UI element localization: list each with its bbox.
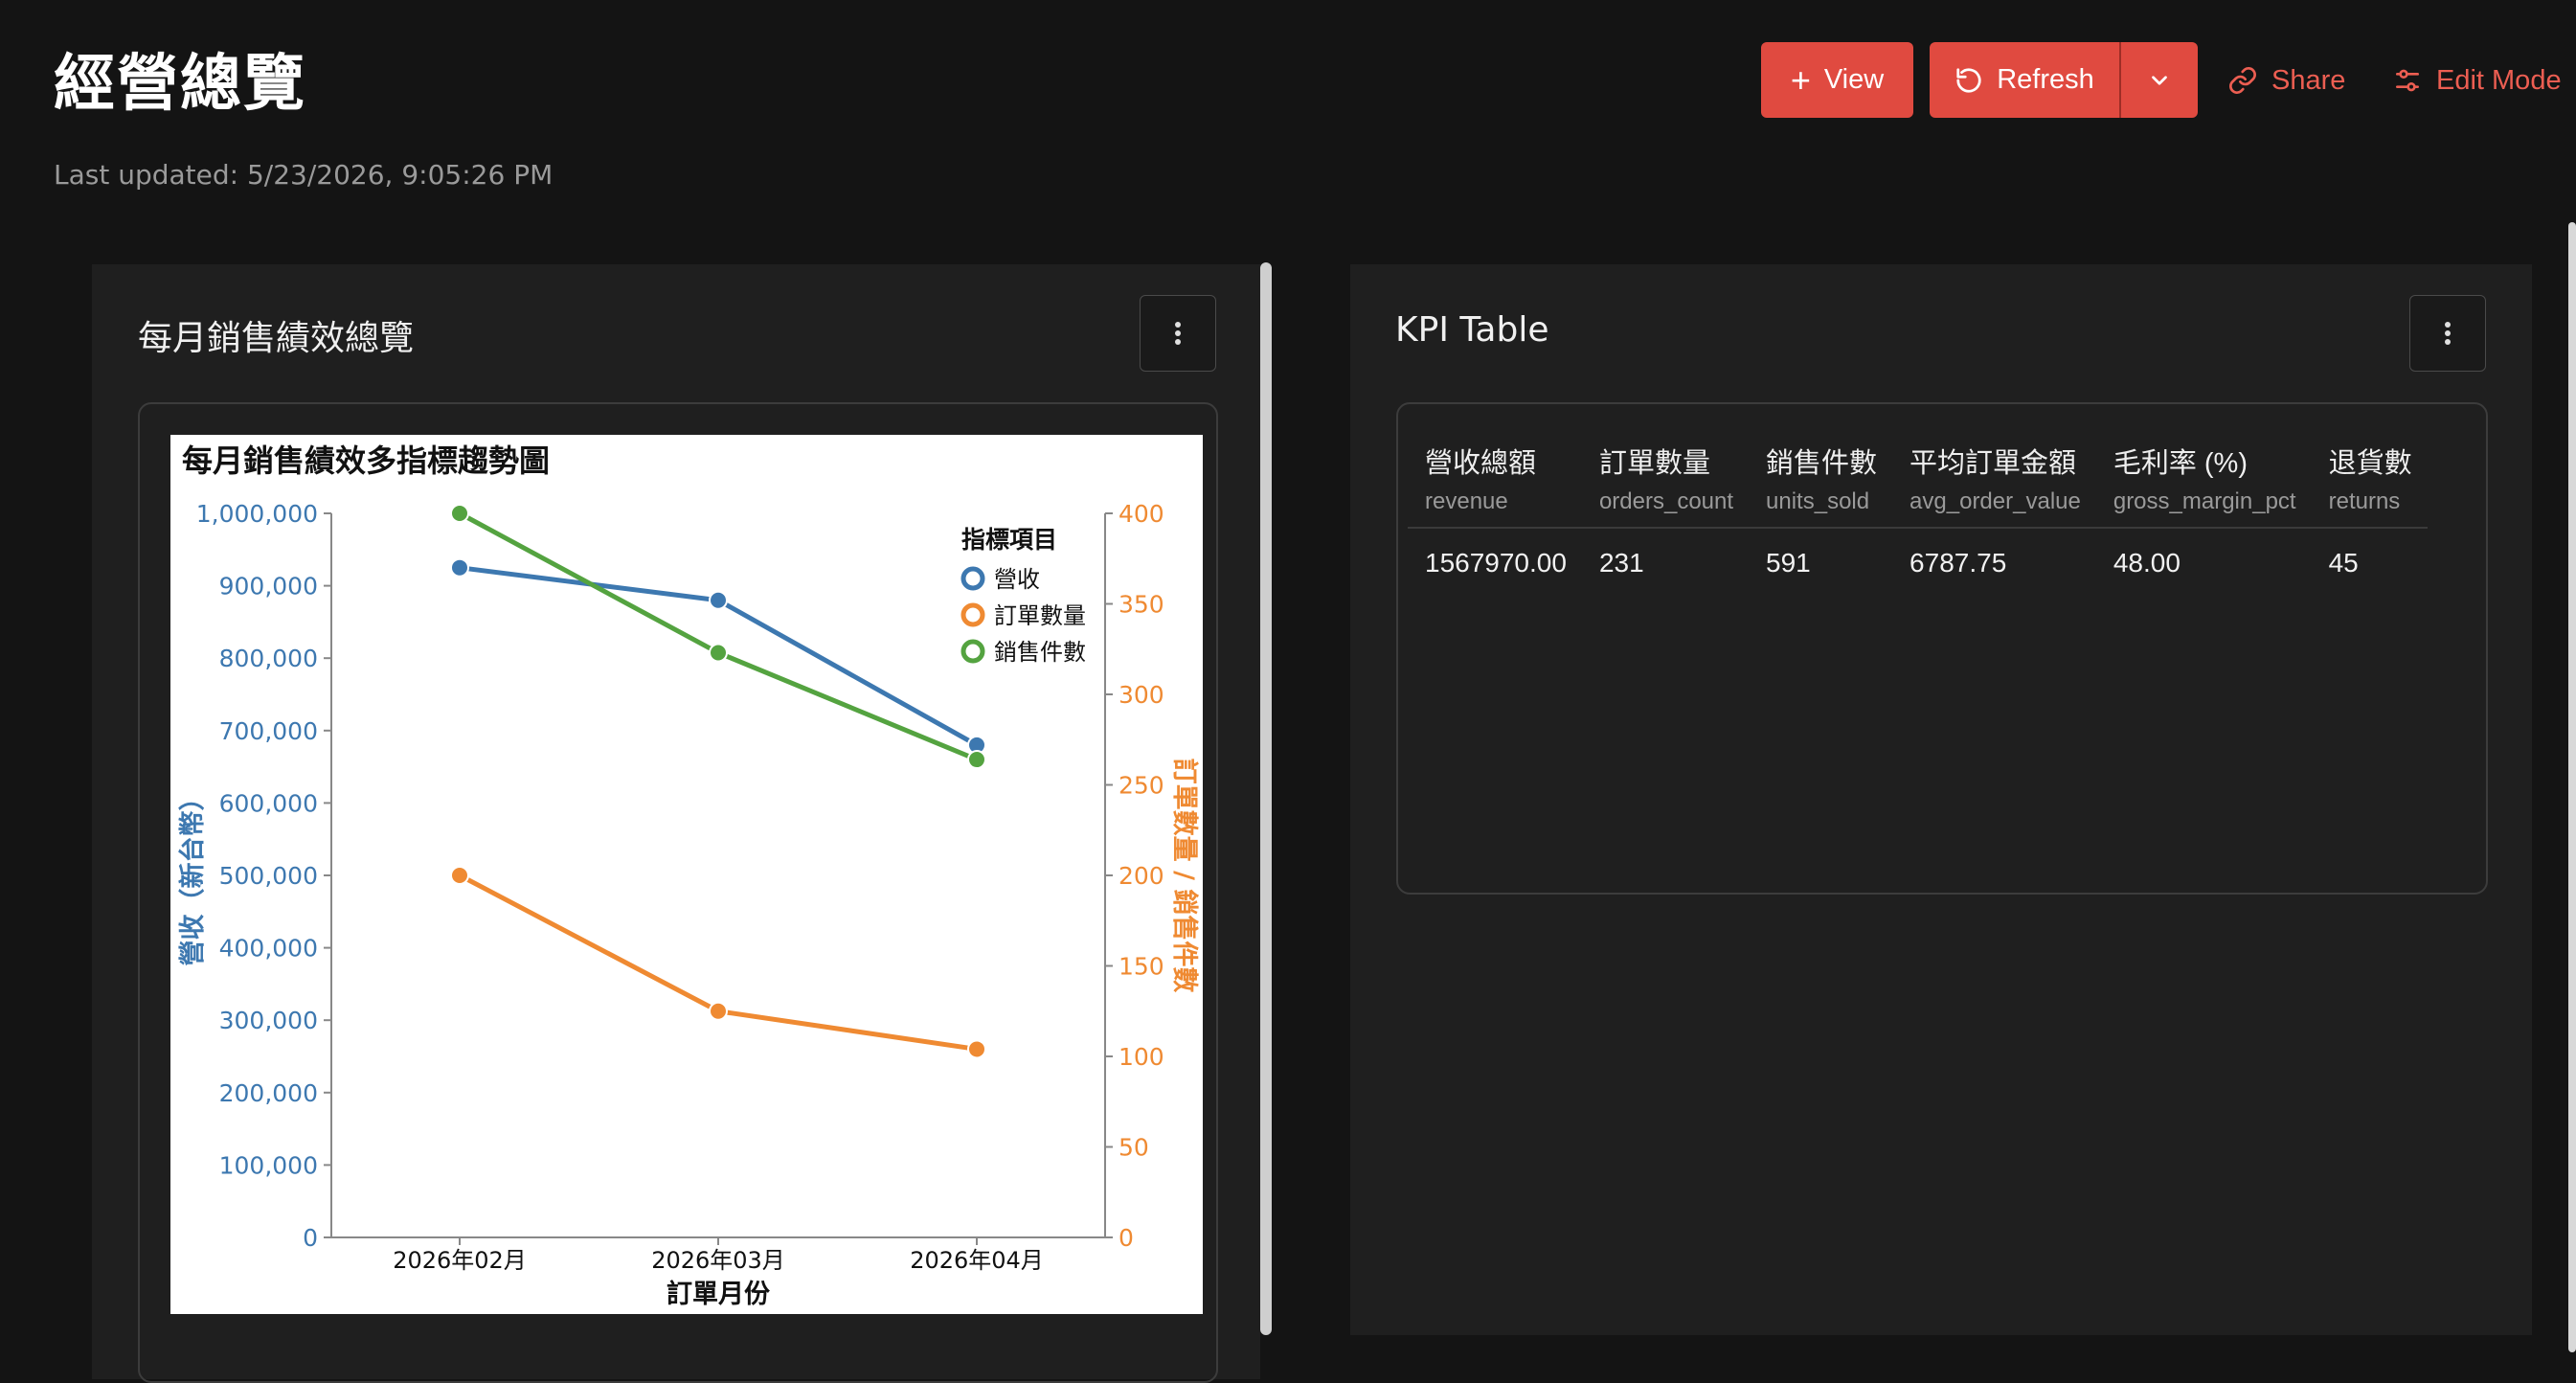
chart-title: 每月銷售績效多指標趨勢圖: [182, 442, 550, 479]
data-point-訂單數量: [709, 1001, 728, 1021]
left-tick-label: 1,000,000: [196, 500, 318, 528]
chart-canvas: 每月銷售績效多指標趨勢圖 0 100,000 200,000 300,000 400,00…: [170, 435, 1203, 1314]
left-tick-label: 200,000: [219, 1079, 318, 1107]
right-tick-label: 400: [1119, 500, 1164, 528]
data-point-銷售件數: [967, 750, 986, 770]
table-cell: 591: [1766, 548, 1811, 578]
column-label: 平均訂單金額: [1909, 448, 2077, 479]
column-header: 訂單數量 orders_count: [1581, 441, 1750, 529]
legend-symbol: [960, 602, 985, 627]
right-tick-label: 100: [1119, 1043, 1164, 1071]
data-point-訂單數量: [450, 866, 469, 885]
data-point-銷售件數: [450, 504, 469, 523]
column-label: 銷售件數: [1766, 448, 1878, 479]
table-cell: 6787.75: [1909, 548, 2007, 578]
left-axis-title: 營收（新台幣）: [177, 785, 208, 966]
column-label: 訂單數量: [1598, 448, 1710, 479]
column-key: avg_order_value: [1909, 488, 2081, 514]
right-tick-label: 200: [1119, 862, 1164, 890]
data-point-訂單數量: [967, 1039, 986, 1059]
view-button[interactable]: + View: [1761, 42, 1913, 118]
chevron-down-icon: [2147, 68, 2172, 93]
left-tick-label: 500,000: [219, 862, 318, 890]
column-header: 退貨數 returns: [2311, 441, 2428, 529]
kpi-panel-title: KPI Table: [1395, 310, 1549, 350]
column-key: revenue: [1425, 488, 1508, 514]
kpi-table-header-row: 營收總額 revenue 訂單數量 orders_count 銷售件數 units_s…: [1408, 441, 2428, 529]
table-cell: 45: [2328, 548, 2359, 578]
legend-label: 營收: [994, 566, 1040, 593]
left-tick-label: 300,000: [219, 1007, 318, 1034]
column-key: orders_count: [1598, 488, 1734, 514]
left-tick-label: 900,000: [219, 573, 318, 601]
line-chart: 每月銷售績效多指標趨勢圖 0 100,000 200,000 300,000 400,00…: [177, 442, 1200, 1309]
right-tick-label: 250: [1119, 772, 1164, 800]
refresh-options-dropdown[interactable]: [2121, 42, 2198, 118]
left-tick-label: 400,000: [219, 935, 318, 963]
left-tick-label: 800,000: [219, 645, 318, 672]
series-line-銷售件數: [458, 510, 978, 762]
x-tick-label: 2026年04月: [910, 1247, 1044, 1274]
column-label: 退貨數: [2328, 448, 2412, 479]
legend-title: 指標項目: [961, 526, 1057, 554]
chart-panel-scrollbar[interactable]: [1260, 262, 1272, 1335]
x-axis-title: 訂單月份: [667, 1279, 770, 1309]
legend-symbol: [960, 566, 985, 591]
more-vertical-icon: [1174, 321, 1182, 346]
data-point-銷售件數: [709, 643, 728, 663]
data-point-營收: [450, 557, 469, 578]
column-label: 毛利率 (%): [2113, 448, 2248, 479]
kpi-panel-menu-button[interactable]: [2409, 295, 2486, 372]
column-key: returns: [2328, 488, 2401, 514]
data-point-營收: [709, 590, 728, 610]
right-axis-title: 訂單數量 / 銷售件數: [1169, 759, 1200, 993]
edit-mode-button[interactable]: Edit Mode: [2392, 59, 2562, 102]
sliders-icon: [2392, 65, 2423, 96]
x-tick-label: 2026年03月: [651, 1247, 785, 1274]
left-tick-label: 700,000: [219, 717, 318, 745]
refresh-icon: [1955, 66, 1983, 95]
column-header: 營收總額 revenue: [1408, 441, 1582, 529]
right-tick-label: 150: [1119, 953, 1164, 981]
right-tick-label: 350: [1119, 591, 1164, 619]
more-vertical-icon: [2444, 321, 2452, 346]
refresh-button-label: Refresh: [1997, 64, 2094, 95]
left-tick-label: 600,000: [219, 789, 318, 817]
table-cell: 231: [1598, 548, 1644, 578]
legend-symbol: [960, 639, 985, 664]
column-header: 銷售件數 units_sold: [1749, 441, 1893, 529]
table-cell: 1567970.00: [1425, 548, 1567, 578]
left-tick-label: 0: [303, 1224, 318, 1252]
share-button[interactable]: Share: [2227, 59, 2345, 102]
plus-icon: +: [1790, 59, 1811, 100]
table-cell: 48.00: [2113, 548, 2181, 578]
page-scrollbar[interactable]: [2568, 222, 2576, 1352]
right-tick-label: 50: [1119, 1134, 1149, 1162]
view-button-label: View: [1823, 64, 1885, 95]
chart-panel-menu-button[interactable]: [1140, 295, 1216, 372]
x-tick-label: 2026年02月: [393, 1247, 527, 1274]
table-row: 1567970.00 231 591 6787.75 48.00 45: [1408, 528, 2428, 578]
left-tick-label: 100,000: [219, 1151, 318, 1179]
last-updated-text: Last updated: 5/23/2026, 9:05:26 PM: [54, 159, 554, 191]
legend-label: 訂單數量: [994, 602, 1086, 629]
edit-mode-button-label: Edit Mode: [2436, 64, 2562, 96]
right-tick-label: 0: [1119, 1224, 1134, 1252]
page-title: 經營總覽: [54, 49, 306, 120]
column-header: 毛利率 (%) gross_margin_pct: [2095, 441, 2312, 529]
refresh-button[interactable]: Refresh: [1930, 42, 2119, 118]
kpi-table-viewport[interactable]: 營收總額 revenue 訂單數量 orders_count 銷售件數 units_s…: [1408, 421, 2452, 881]
column-header: 平均訂單金額 avg_order_value: [1892, 441, 2096, 529]
share-button-label: Share: [2271, 64, 2346, 96]
column-label: 營收總額: [1425, 448, 1537, 479]
column-key: units_sold: [1766, 488, 1870, 514]
link-icon: [2227, 65, 2258, 96]
right-tick-label: 300: [1119, 681, 1164, 709]
chart-panel-title: 每月銷售績效總覽: [138, 319, 415, 358]
series-line-訂單數量: [458, 873, 978, 1052]
legend-label: 銷售件數: [994, 639, 1086, 666]
column-key: gross_margin_pct: [2113, 488, 2296, 514]
kpi-table: 營收總額 revenue 訂單數量 orders_count 銷售件數 units_s…: [1408, 441, 2428, 578]
